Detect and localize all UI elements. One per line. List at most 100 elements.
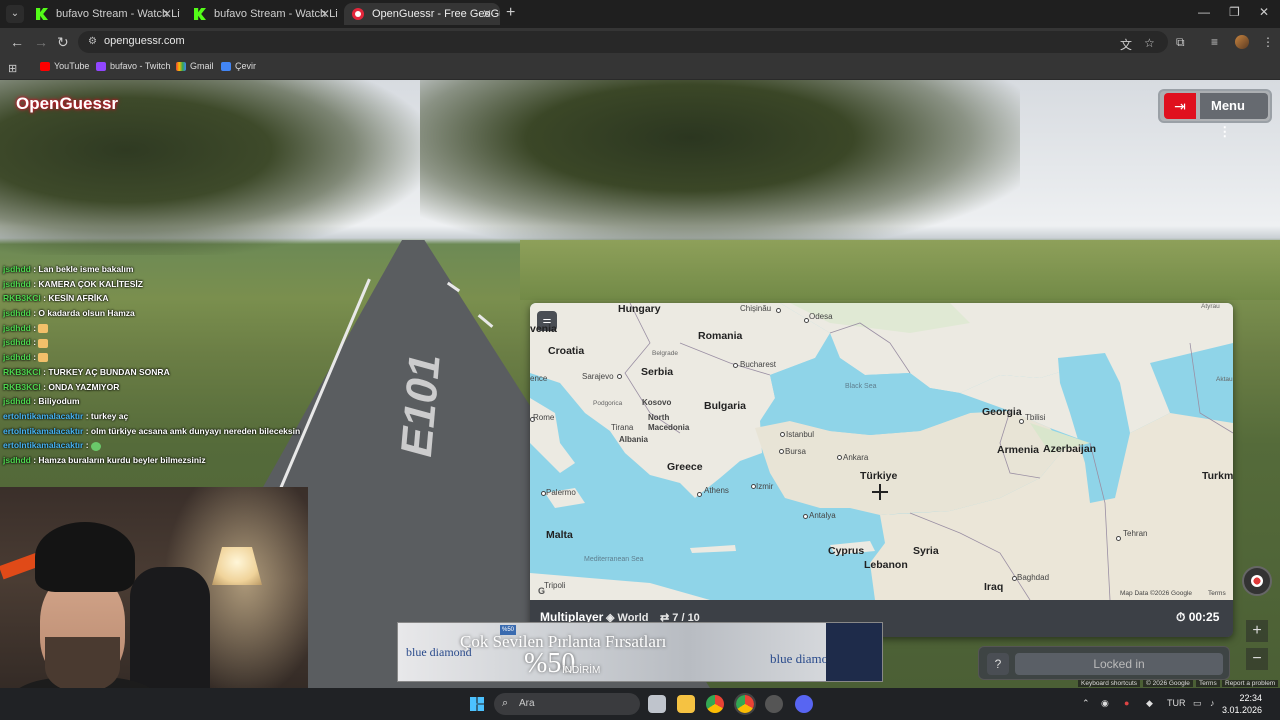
map-label-lebanon: Lebanon: [864, 559, 908, 571]
apps-grid-icon[interactable]: ⊞: [8, 62, 17, 75]
map-label-syria: Syria: [913, 545, 939, 557]
url-field[interactable]: ⚙ openguessr.com 文 ☆: [78, 31, 1168, 53]
close-window-icon[interactable]: ✕: [1259, 5, 1269, 19]
back-icon[interactable]: ←: [10, 34, 24, 50]
bookmark-star-icon[interactable]: ☆: [1144, 36, 1155, 50]
site-info-icon[interactable]: ⚙: [88, 36, 100, 48]
translate-icon[interactable]: 文: [1120, 36, 1132, 53]
bookmark-gmail[interactable]: Gmail: [176, 61, 214, 71]
map-label-mediterranean-sea: Mediterranean Sea: [584, 556, 644, 563]
tab-search-button[interactable]: ⌄: [6, 5, 24, 23]
compass-icon[interactable]: [1242, 566, 1272, 596]
restore-icon[interactable]: ❐: [1229, 5, 1240, 19]
microphone-icon[interactable]: ●: [1124, 698, 1129, 708]
app-icon[interactable]: [765, 695, 783, 713]
chat-username: RKB3KCI: [3, 293, 41, 304]
city-dot: [1116, 536, 1121, 541]
task-view-icon[interactable]: [648, 695, 666, 713]
map-label-athens: Athens: [704, 486, 729, 495]
map-label-hungary: Hungary: [618, 303, 661, 315]
tab-title: OpenGuessr - Free GeoGue: [372, 8, 500, 20]
chrome-active-icon[interactable]: [734, 693, 756, 715]
chat-message: jsdhdd : Lan bekle isme bakalım: [3, 264, 134, 274]
tab-close-icon[interactable]: ✕: [162, 3, 172, 25]
bookmark-twitch[interactable]: bufavo - Twitch: [96, 61, 170, 71]
city-dot: [837, 455, 842, 460]
guess-map-panel[interactable]: ⚌ Hungary Romania Croatia Serbia Bulgari…: [530, 303, 1233, 637]
clock-time[interactable]: 22:34: [1222, 693, 1262, 703]
map-label-baghdad: Baghdad: [1017, 573, 1050, 582]
tab-bufavo-1[interactable]: bufavo Stream - Watch Live on ✕: [28, 3, 180, 25]
openguessr-logo[interactable]: OpenGuessr: [16, 94, 118, 114]
zoom-in-button[interactable]: +: [1246, 620, 1268, 642]
bookmarks-bar: ⊞ YouTube bufavo - Twitch Gmail Çevir: [0, 56, 1280, 80]
taskbar-search[interactable]: ⌕ Ara: [494, 693, 640, 715]
translate-bookmark-icon: [221, 62, 231, 71]
exit-button[interactable]: ⇥: [1164, 93, 1196, 119]
map-label-albania: Albania: [619, 435, 648, 444]
profile-avatar[interactable]: [1235, 35, 1249, 49]
guess-crosshair: [879, 484, 881, 500]
map-label-turkiye: Türkiye: [860, 470, 898, 482]
media-controls-icon[interactable]: ≡: [1211, 35, 1218, 49]
address-bar-row: ← → ↻ ⚙ openguessr.com 文 ☆: [0, 28, 1280, 56]
tray-overflow-icon[interactable]: ⌃: [1082, 698, 1090, 709]
discord-icon[interactable]: [795, 695, 813, 713]
lane-dash: [477, 314, 494, 328]
city-dot: [776, 308, 781, 313]
chat-message: jsdhdd :: [3, 323, 303, 338]
keyboard-shortcuts-link[interactable]: Keyboard shortcuts: [1078, 680, 1141, 687]
map-terms-link[interactable]: Terms: [1208, 590, 1226, 597]
help-button[interactable]: ?: [987, 653, 1009, 675]
bookmark-translate[interactable]: Çevir: [221, 61, 256, 71]
chat-message: jsdhdd : O kadarda olsun Hamza: [3, 308, 135, 319]
security-icon[interactable]: ◆: [1146, 698, 1153, 709]
map-label-belgrade: Belgrade: [652, 350, 679, 357]
tab-bufavo-2[interactable]: bufavo Stream - Watch Live on ✕: [186, 3, 338, 25]
emote-icon: [38, 353, 49, 363]
windows-start-icon[interactable]: [470, 697, 484, 711]
menu-button[interactable]: Menu ⋮: [1200, 93, 1268, 139]
bookmark-label: YouTube: [54, 61, 90, 71]
chat-message: ertolntikamalacaktır :: [3, 440, 303, 455]
tray-app-icon[interactable]: ◉: [1101, 698, 1109, 709]
tab-close-icon[interactable]: ✕: [482, 3, 492, 25]
youtube-icon: [40, 62, 50, 71]
chat-username: RKB3KCI: [3, 381, 41, 392]
map-label-serbia: Serbia: [641, 366, 674, 378]
forward-icon[interactable]: →: [34, 34, 48, 50]
network-icon[interactable]: ▭: [1193, 698, 1202, 709]
tab-close-icon[interactable]: ✕: [320, 3, 330, 25]
chat-username: RKB3KCI: [3, 366, 41, 377]
chrome-icon[interactable]: [706, 695, 724, 713]
extensions-icon[interactable]: ⧉: [1176, 35, 1185, 50]
google-logo: G: [538, 586, 546, 596]
chat-message: jsdhdd : Hamza buraların kurdu beyler bi…: [3, 454, 206, 465]
bookmark-youtube[interactable]: YouTube: [40, 61, 89, 71]
map-data-credit: Map Data ©2026 Google: [1120, 590, 1193, 597]
zoom-out-button[interactable]: −: [1246, 648, 1268, 670]
locked-in-button[interactable]: Locked in: [1015, 653, 1223, 675]
language-indicator[interactable]: TUR: [1167, 698, 1186, 708]
reload-icon[interactable]: ↻: [57, 34, 69, 51]
map-label-sarajevo: Sarajevo: [582, 372, 614, 381]
kebab-icon: ⋮: [1211, 124, 1232, 139]
report-problem-link[interactable]: Report a problem: [1222, 680, 1279, 687]
map-label-greece: Greece: [667, 461, 703, 473]
map-label-north-macedonia: North Macedonia: [648, 413, 690, 432]
file-explorer-icon[interactable]: [677, 695, 695, 713]
map-label-rome: Rome: [533, 413, 555, 422]
tab-openguessr[interactable]: OpenGuessr - Free GeoGue ✕: [344, 3, 500, 25]
ad-banner[interactable]: %50 blue diamond Çok Sevilen Pırlanta Fı…: [397, 622, 883, 682]
minimize-icon[interactable]: —: [1198, 5, 1210, 19]
map-label-odesa: Odesa: [809, 312, 833, 321]
more-menu-icon[interactable]: ⋮: [1262, 35, 1274, 49]
map-label-tirana: Tirana: [611, 423, 634, 432]
map-label-bursa: Bursa: [785, 447, 806, 456]
map-label-turkmenistan: Turkm: [1202, 470, 1233, 482]
new-tab-icon[interactable]: +: [506, 4, 515, 22]
map-label-palermo: Palermo: [546, 488, 576, 497]
clock-date[interactable]: 3.01.2026: [1212, 705, 1262, 715]
ad-discount-word: İNDİRİM: [562, 665, 601, 676]
terms-link[interactable]: Terms: [1196, 680, 1220, 687]
